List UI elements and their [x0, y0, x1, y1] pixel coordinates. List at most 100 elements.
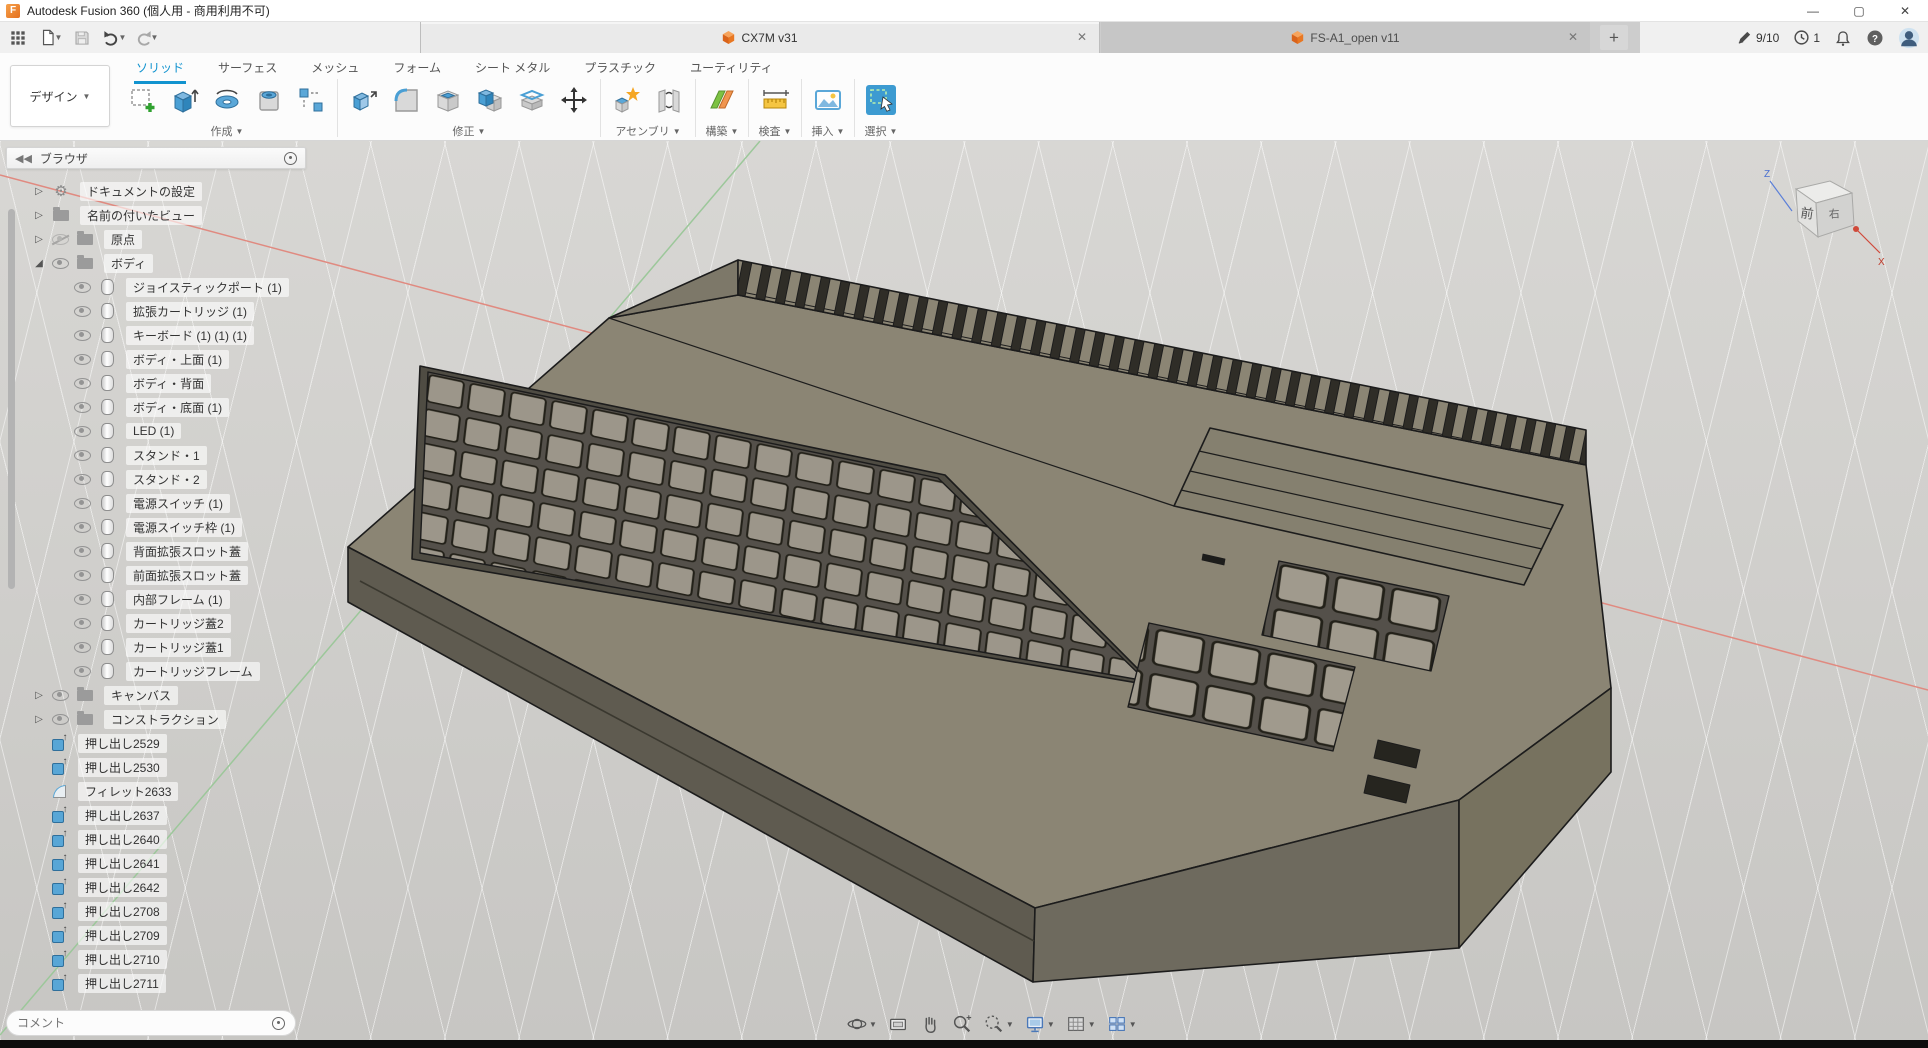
collapse-panel-icon[interactable]: ◀◀	[15, 152, 32, 165]
browser-row[interactable]: 押し出し2637	[6, 803, 306, 827]
browser-row[interactable]: ◢ ボディ	[6, 251, 306, 275]
visibility-on-icon[interactable]	[74, 498, 91, 509]
browser-item-label[interactable]: 押し出し2642	[78, 878, 167, 897]
browser-item-label[interactable]: ジョイスティックポート (1)	[126, 278, 289, 297]
browser-item-label[interactable]: カートリッジ蓋2	[126, 614, 231, 633]
browser-row[interactable]: カートリッジ蓋1	[6, 635, 306, 659]
app-grid-button[interactable]	[4, 25, 32, 51]
redo-button[interactable]: ▼	[132, 25, 160, 51]
browser-item-label[interactable]: LED (1)	[126, 423, 181, 439]
comment-submit-icon[interactable]	[272, 1017, 285, 1030]
visibility-on-icon[interactable]	[52, 258, 69, 269]
browser-item-label[interactable]: 押し出し2637	[78, 806, 167, 825]
browser-item-label[interactable]: 内部フレーム (1)	[126, 590, 230, 609]
browser-item-label[interactable]: 押し出し2641	[78, 854, 167, 873]
visibility-on-icon[interactable]	[52, 714, 69, 725]
visibility-on-icon[interactable]	[74, 306, 91, 317]
browser-row[interactable]: ボディ・底面 (1)	[6, 395, 306, 419]
hole-button[interactable]	[248, 77, 290, 123]
insert-image-button[interactable]	[807, 77, 849, 123]
gridset-button[interactable]: ▼	[1062, 1011, 1099, 1037]
browser-item-label[interactable]: 押し出し2530	[78, 758, 167, 777]
browser-row[interactable]: ▷ キャンバス	[6, 683, 306, 707]
visibility-off-icon[interactable]	[52, 234, 69, 245]
group-label-modify[interactable]: 修正▼	[453, 123, 486, 139]
help-button[interactable]	[1866, 29, 1884, 47]
browser-item-label[interactable]: ボディ・上面 (1)	[126, 350, 229, 369]
browser-item-label[interactable]: コンストラクション	[104, 710, 226, 729]
group-label-insert[interactable]: 挿入▼	[812, 123, 845, 139]
visibility-on-icon[interactable]	[74, 618, 91, 629]
new-tab-button[interactable]: +	[1600, 25, 1628, 50]
browser-item-label[interactable]: 押し出し2711	[78, 974, 166, 993]
browser-row[interactable]: LED (1)	[6, 419, 306, 443]
measure-button[interactable]	[754, 77, 796, 123]
fillet-button[interactable]	[385, 77, 427, 123]
visibility-on-icon[interactable]	[74, 594, 91, 605]
browser-item-label[interactable]: 押し出し2529	[78, 734, 167, 753]
close-button[interactable]: ✕	[1882, 0, 1928, 22]
browser-row[interactable]: ▷名前の付いたビュー	[6, 203, 306, 227]
browser-header[interactable]: ◀◀ ブラウザ	[6, 147, 306, 169]
browser-item-label[interactable]: キャンバス	[104, 686, 178, 705]
browser-item-label[interactable]: スタンド・1	[126, 446, 207, 465]
browser-item-label[interactable]: 電源スイッチ枠 (1)	[126, 518, 242, 537]
browser-item-label[interactable]: 押し出し2640	[78, 830, 167, 849]
document-tab-active[interactable]: CX7M v31 ✕	[420, 22, 1100, 53]
expand-arrow-icon[interactable]: ▷	[35, 210, 43, 221]
expand-arrow-icon[interactable]: ▷	[35, 714, 43, 725]
expand-arrow-icon[interactable]: ▷	[35, 690, 43, 701]
view-cube[interactable]: Z 前 右 X	[1752, 161, 1892, 271]
browser-item-label[interactable]: ボディ	[104, 254, 153, 273]
pan-button[interactable]	[916, 1011, 944, 1037]
comment-box[interactable]	[6, 1010, 296, 1036]
browser-row[interactable]: スタンド・2	[6, 467, 306, 491]
visibility-on-icon[interactable]	[74, 642, 91, 653]
browser-scrollbar[interactable]	[8, 209, 15, 589]
visibility-on-icon[interactable]	[74, 330, 91, 341]
browser-row[interactable]: フィレット2633	[6, 779, 306, 803]
browser-item-label[interactable]: カートリッジフレーム	[126, 662, 260, 681]
construction-plane-button[interactable]	[701, 77, 743, 123]
browser-row[interactable]: 前面拡張スロット蓋	[6, 563, 306, 587]
browser-row[interactable]: ボディ・背面	[6, 371, 306, 395]
comment-input[interactable]	[17, 1016, 272, 1030]
visibility-on-icon[interactable]	[74, 402, 91, 413]
collapse-arrow-icon[interactable]: ◢	[35, 258, 43, 269]
expand-arrow-icon[interactable]: ▷	[35, 186, 43, 197]
browser-row[interactable]: スタンド・1	[6, 443, 306, 467]
browser-row[interactable]: 電源スイッチ (1)	[6, 491, 306, 515]
browser-item-label[interactable]: ボディ・底面 (1)	[126, 398, 229, 417]
lookat-button[interactable]	[884, 1011, 912, 1037]
browser-row[interactable]: 押し出し2529	[6, 731, 306, 755]
group-label-construct[interactable]: 構築▼	[706, 123, 739, 139]
visibility-on-icon[interactable]	[74, 426, 91, 437]
browser-row[interactable]: 押し出し2642	[6, 875, 306, 899]
create-sketch-button[interactable]	[122, 77, 164, 123]
browser-row[interactable]: ジョイスティックポート (1)	[6, 275, 306, 299]
browser-row[interactable]: 押し出し2709	[6, 923, 306, 947]
job-status-button[interactable]: 1	[1793, 29, 1820, 46]
close-tab-icon[interactable]: ✕	[1566, 30, 1580, 44]
browser-item-label[interactable]: 背面拡張スロット蓋	[126, 542, 248, 561]
version-status-badge[interactable]: 9/10	[1736, 29, 1779, 46]
browser-item-label[interactable]: 押し出し2708	[78, 902, 167, 921]
file-menu-button[interactable]: ▼	[36, 25, 64, 51]
group-label-select[interactable]: 選択▼	[865, 123, 898, 139]
orbit-button[interactable]: ▼	[843, 1011, 880, 1037]
browser-item-label[interactable]: 電源スイッチ (1)	[126, 494, 230, 513]
fit-button[interactable]: ▼	[980, 1011, 1017, 1037]
undo-button[interactable]: ▼	[100, 25, 128, 51]
visibility-on-icon[interactable]	[74, 546, 91, 557]
move-button[interactable]	[553, 77, 595, 123]
browser-row[interactable]: 押し出し2711	[6, 971, 306, 995]
browser-row[interactable]: 押し出し2710	[6, 947, 306, 971]
browser-row[interactable]: 押し出し2530	[6, 755, 306, 779]
extrude-button[interactable]	[164, 77, 206, 123]
minimize-button[interactable]: —	[1790, 0, 1836, 22]
group-label-assemble[interactable]: アセンブリ▼	[615, 123, 680, 139]
new-component-button[interactable]	[606, 77, 648, 123]
browser-item-label[interactable]: 前面拡張スロット蓋	[126, 566, 248, 585]
browser-item-label[interactable]: 原点	[104, 230, 142, 249]
browser-item-label[interactable]: カートリッジ蓋1	[126, 638, 231, 657]
